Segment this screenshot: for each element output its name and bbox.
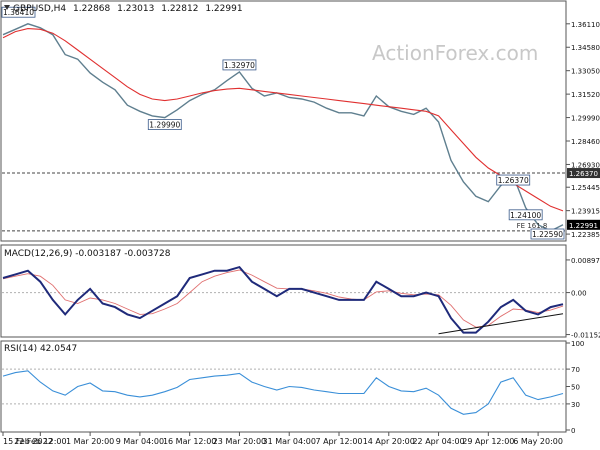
time-tick-label: 14 Apr 20:00 <box>363 437 415 446</box>
high-value: 1.23013 <box>117 4 154 14</box>
swing-label: 1.26370 <box>498 176 529 185</box>
swing-label: 1.24100 <box>510 211 541 220</box>
rsi-tick-label: 70 <box>571 366 580 374</box>
price-tick-label: 1.33050 <box>571 68 600 76</box>
low-value: 1.22812 <box>161 4 198 14</box>
time-tick-label: 6 May 20:00 <box>513 437 563 446</box>
time-tick-label: 1 Mar 20:00 <box>66 437 114 446</box>
symbol-label: GBPUSD,H4 <box>13 4 66 14</box>
time-tick-label: 7 Apr 12:00 <box>315 437 362 446</box>
svg-text:GBPUSD,H4 1.22868: GBPUSD,H4 1.22868 1.23013 1.22812 1.2299… <box>13 4 243 14</box>
time-tick-label: 9 Mar 04:00 <box>116 437 164 446</box>
open-value: 1.22868 <box>73 4 110 14</box>
price-axis: 1.36110 1.34580 1.33050 1.31520 1.29990 1.284… <box>566 21 600 239</box>
time-tick-label: 23 Mar 20:00 <box>213 437 266 446</box>
rsi-tick-label: 30 <box>571 401 580 409</box>
price-tick-label: 1.25445 <box>571 184 600 192</box>
price-tick-label: 1.34580 <box>571 44 600 52</box>
swing-label: 1.22590 <box>532 230 563 239</box>
price-badge-label: 1.22991 <box>569 222 598 230</box>
close-value: 1.22991 <box>205 4 242 14</box>
macd-tick-label: -0.011529 <box>571 332 600 340</box>
price-tick-label: 1.31520 <box>571 91 600 99</box>
macd-tick-label: 0.00897 <box>571 257 600 265</box>
macd-label: MACD(12,26,9) -0.003187 -0.003728 <box>4 249 171 259</box>
rsi-panel <box>0 340 567 433</box>
price-tick-label: 1.28460 <box>571 138 600 146</box>
macd-tick-label: 0.00 <box>571 290 587 298</box>
swing-label: 1.32970 <box>224 61 255 70</box>
gbpusd-h4-chart: ActionForex.com 1.361101.345801.330501.3… <box>0 0 600 446</box>
rsi-label: RSI(14) 42.0547 <box>4 344 77 354</box>
fibonacci-marker-label: FE 161.8 <box>517 222 548 230</box>
price-tick-label: 1.22385 <box>571 231 600 239</box>
time-tick-label: 29 Apr 12:00 <box>462 437 514 446</box>
rsi-tick-label: 100 <box>571 340 584 348</box>
price-tick-label: 1.36110 <box>571 21 600 29</box>
price-panel <box>0 0 567 242</box>
price-tick-label: 1.29990 <box>571 115 600 123</box>
time-tick-label: 22 Feb 12:00 <box>14 437 66 446</box>
rsi-tick-label: 50 <box>571 384 580 392</box>
price-header: GBPUSD,H4 1.22868 1.23013 1.22812 1.2299… <box>4 4 243 14</box>
time-tick-label: 16 Mar 12:00 <box>163 437 216 446</box>
macd-axis: 0.00897 0.00 -0.011529 <box>566 257 600 340</box>
time-axis: 15 Feb 202222 Feb 12:00 1 Mar 20:00 9 Mar … <box>2 432 563 446</box>
swing-label: 1.29990 <box>149 121 180 130</box>
watermark: ActionForex.com <box>372 41 538 65</box>
rsi-tick-label: 0 <box>571 427 575 435</box>
time-tick-label: 31 Mar 04:00 <box>263 437 316 446</box>
price-tick-label: 1.23915 <box>571 208 600 216</box>
time-tick-label: 22 Apr 04:00 <box>412 437 464 446</box>
price-badge-label: 1.26370 <box>569 170 598 178</box>
